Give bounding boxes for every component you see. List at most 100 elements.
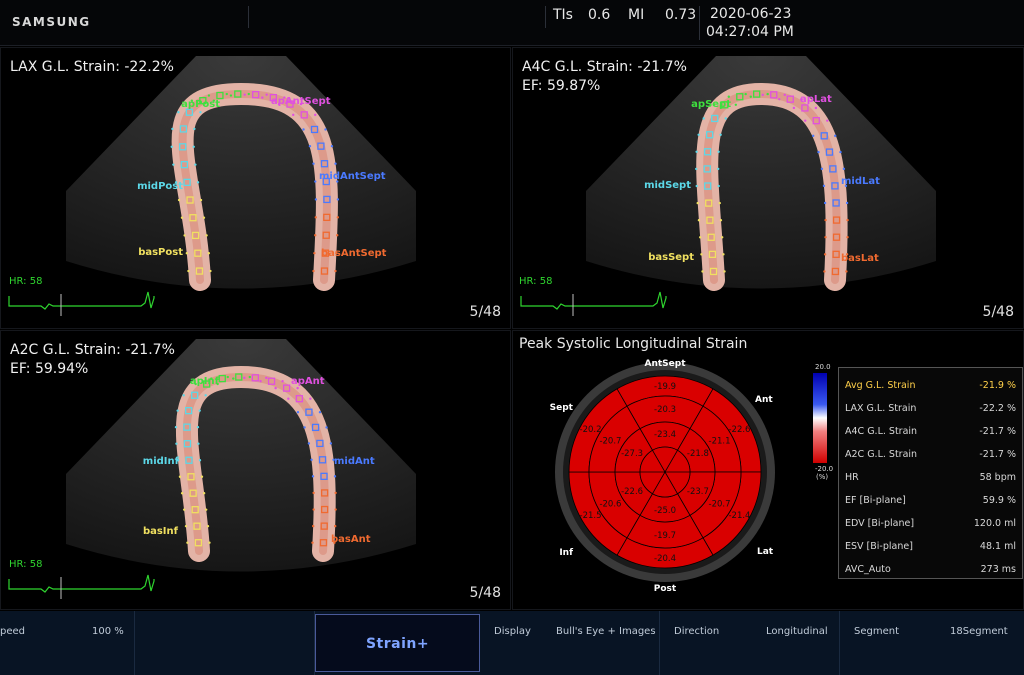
border-dot: [717, 167, 720, 171]
border-dot: [329, 442, 333, 445]
frame-counter: 5/48: [982, 304, 1014, 320]
segment-label-ap-left: apPost: [181, 99, 220, 110]
border-dot: [719, 218, 723, 222]
apical-value: -23.7: [687, 487, 709, 497]
border-dot: [182, 394, 185, 397]
divider: [545, 6, 546, 28]
border-dot: [846, 236, 849, 239]
border-dot: [314, 113, 317, 117]
border-dot: [175, 442, 178, 445]
border-dot: [193, 127, 196, 131]
bullseye-plot: -19.9 -22.6 -21.4 -20.4 -21.5 -20.2 -20.3 -21.1…: [550, 359, 775, 593]
border-dot: [334, 269, 337, 273]
mid-value: -20.7: [709, 500, 731, 510]
bullseye-direction-label: Lat: [757, 547, 774, 557]
border-dot: [695, 167, 698, 171]
speed-control[interactable]: peed 100 %: [0, 611, 135, 675]
border-dot: [204, 394, 207, 397]
result-label: A2C G.L. Strain: [845, 449, 918, 460]
border-dot: [248, 375, 251, 379]
border-dot: [259, 380, 262, 383]
border-dot: [724, 117, 727, 120]
border-dot: [311, 475, 315, 478]
border-dot: [186, 541, 189, 544]
lax-view-panel[interactable]: apPost apAntSept midPost midAntSept basPost b…: [0, 47, 511, 329]
display-control[interactable]: Display Bull's Eye + Images: [482, 611, 660, 675]
segment-label-bas-left: basPost: [138, 247, 183, 258]
border-dot: [804, 119, 807, 122]
border-dot: [196, 425, 200, 429]
a4c-view-panel[interactable]: apSept apLat midSept midLat basSept basLat A4…: [512, 47, 1024, 329]
mid-value: -20.6: [599, 500, 621, 510]
bullseye-panel: Peak Systolic Longitudinal Strain -19.9-…: [512, 330, 1024, 610]
border-dot: [717, 150, 720, 153]
direction-control[interactable]: Direction Longitudinal: [660, 611, 840, 675]
border-dot: [823, 270, 826, 273]
segment-label-bas-right: basLat: [841, 253, 879, 264]
border-dot: [324, 128, 327, 131]
border-dot: [180, 216, 184, 219]
segment-label-bas-right: basAnt: [331, 534, 371, 545]
border-dot: [336, 216, 339, 219]
border-dot: [822, 184, 826, 188]
border-dot: [817, 150, 820, 154]
result-row: AVC_Auto 273 ms: [845, 558, 1016, 580]
border-dot: [697, 218, 701, 222]
border-dot: [174, 425, 178, 429]
ecg-trace: [8, 574, 155, 593]
result-value: 120.0 ml: [973, 518, 1016, 529]
border-dot: [176, 409, 179, 412]
mi-value: 0.73: [665, 7, 697, 23]
segment-control[interactable]: Segment 18Segment: [840, 611, 1024, 675]
border-dot: [208, 541, 211, 544]
result-label: LAX G.L. Strain: [845, 403, 917, 414]
speed-label: peed: [0, 626, 25, 637]
border-dot: [325, 426, 328, 429]
border-dot: [225, 92, 228, 96]
border-dot: [330, 144, 334, 148]
border-dot: [171, 127, 174, 131]
border-dot: [701, 270, 704, 273]
border-dot: [826, 119, 829, 122]
border-dot: [845, 201, 849, 205]
border-dot: [761, 93, 764, 97]
ecg-trace: [8, 291, 155, 310]
bullseye-direction-label: Post: [654, 584, 677, 593]
display-label: Display: [494, 626, 531, 637]
lax-strain-title: LAX G.L. Strain: -22.2%: [10, 59, 174, 75]
result-row: EDV [Bi-plane] 120.0 ml: [845, 512, 1016, 534]
border-dot: [312, 491, 315, 495]
result-row: A2C G.L. Strain -21.7 %: [845, 443, 1016, 465]
border-dot: [247, 92, 250, 96]
border-dot: [229, 94, 233, 97]
border-dot: [310, 458, 313, 462]
border-dot: [698, 236, 702, 239]
results-table: Avg G.L. Strain -21.9 % LAX G.L. Strain -22…: [838, 367, 1023, 579]
result-value: -21.7 %: [979, 449, 1016, 460]
border-dot: [695, 184, 698, 188]
border-dot: [722, 253, 725, 256]
basal-value: -21.5: [580, 511, 602, 521]
result-value: 273 ms: [980, 564, 1016, 575]
strain-plus-button[interactable]: Strain+: [315, 614, 480, 672]
a4c-strain-title: A4C G.L. Strain: -21.7%: [522, 59, 687, 75]
border-dot: [198, 409, 201, 412]
border-dot: [718, 201, 721, 205]
border-dot: [697, 133, 700, 136]
border-dot: [170, 145, 173, 149]
result-label: A4C G.L. Strain: [845, 426, 918, 437]
border-dot: [314, 180, 317, 183]
border-dot: [311, 541, 314, 544]
border-dot: [720, 236, 724, 239]
bullseye-direction-label: Ant: [755, 395, 773, 405]
border-dot: [723, 270, 726, 273]
apical-value: -27.3: [621, 449, 643, 459]
bullseye-direction-label: Sept: [550, 403, 574, 413]
segment-label-bas-left: basSept: [648, 252, 694, 263]
border-dot: [696, 201, 699, 205]
border-dot: [839, 150, 842, 154]
date: 2020-06-23: [710, 6, 792, 22]
mid-value: -21.1: [709, 437, 731, 447]
bullseye-direction-label: Inf: [559, 548, 573, 558]
a2c-view-panel[interactable]: apInf apAnt midInf midAnt basInf basAnt A2C G…: [0, 330, 511, 610]
